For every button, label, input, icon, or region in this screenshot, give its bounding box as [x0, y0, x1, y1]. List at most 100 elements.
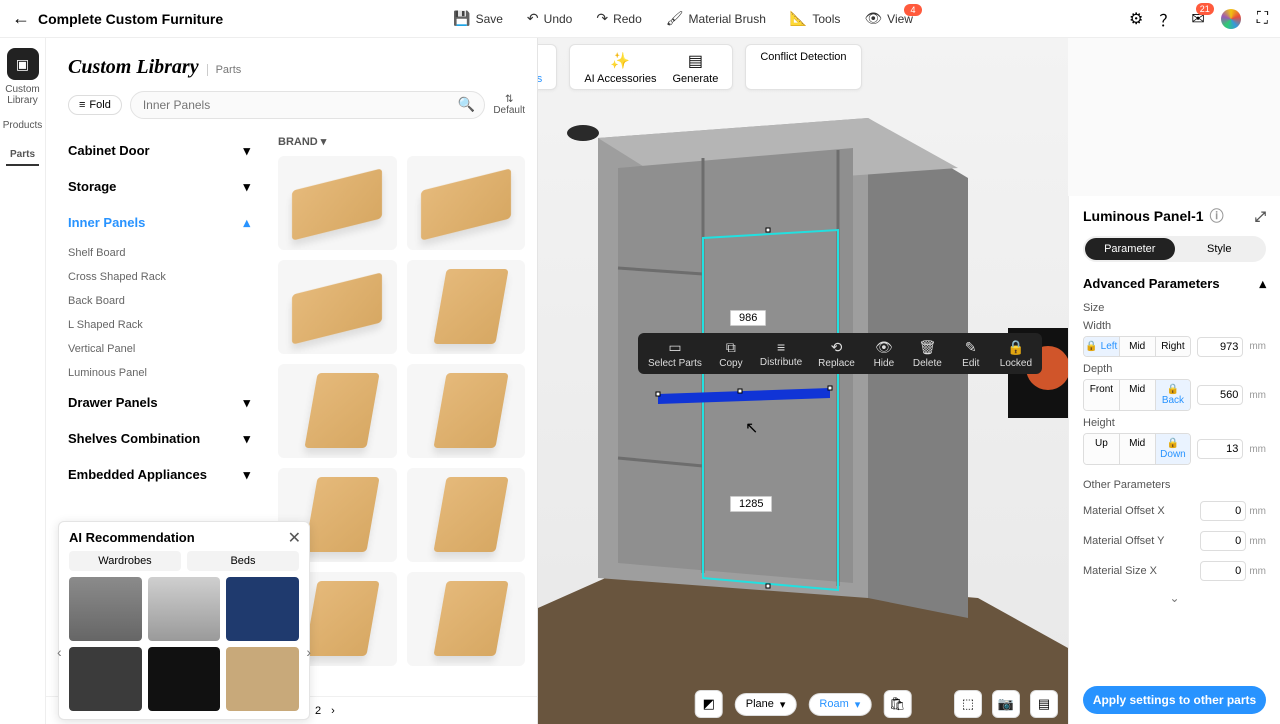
depth-anchor-segment[interactable]: Front Mid 🔒 Back	[1083, 379, 1191, 411]
part-thumbnail[interactable]	[407, 260, 526, 354]
part-thumbnail[interactable]	[407, 156, 526, 250]
search-input[interactable]	[130, 91, 485, 119]
tab-parameter[interactable]: Parameter	[1085, 238, 1175, 260]
cat-embedded-appliances[interactable]: Embedded Appliances▾	[58, 457, 266, 493]
plane-selector[interactable]: Plane▾	[735, 693, 797, 716]
ctx-edit[interactable]: ✎Edit	[950, 335, 992, 372]
material-offset-x-input[interactable]	[1200, 501, 1246, 521]
ai-reco-item[interactable]	[226, 647, 299, 711]
expand-icon[interactable]: ⤢	[1255, 208, 1266, 225]
mode-conflict-detection[interactable]: Conflict Detection	[745, 44, 861, 90]
fold-button[interactable]: ≡Fold	[68, 95, 122, 115]
scene-render	[538, 38, 1068, 724]
chevron-down-icon: ▾	[243, 431, 250, 447]
material-size-x-input[interactable]	[1200, 561, 1246, 581]
render-button[interactable]: ⬚	[954, 690, 982, 718]
part-thumbnail[interactable]	[407, 572, 526, 666]
seg-down[interactable]: 🔒 Down	[1155, 434, 1191, 464]
camera-button[interactable]: 📷	[992, 690, 1020, 718]
material-brush-button[interactable]: 🖌Material Brush	[666, 10, 766, 27]
library-icon[interactable]: ▣	[7, 48, 39, 80]
fullscreen-icon[interactable]: ⛶	[1257, 10, 1268, 28]
seg-up[interactable]: Up	[1084, 434, 1119, 464]
seg-mid[interactable]: Mid	[1119, 337, 1155, 356]
ai-prev-icon[interactable]: ‹	[57, 644, 62, 660]
gear-icon[interactable]: ⚙	[1129, 9, 1143, 29]
pager-next[interactable]: ›	[331, 705, 335, 717]
ctx-distribute[interactable]: ≡Distribute	[752, 335, 810, 372]
close-icon[interactable]: ✕	[288, 528, 301, 548]
apply-settings-button[interactable]: Apply settings to other parts	[1083, 686, 1266, 714]
ctx-select-parts[interactable]: ▭Select Parts	[640, 335, 710, 372]
subcat-luminous-panel[interactable]: Luminous Panel	[68, 361, 266, 385]
rail-parts[interactable]: Parts	[6, 145, 39, 166]
layers-button[interactable]: ▤	[1030, 690, 1058, 718]
redo-button[interactable]: ↷Redo	[596, 10, 641, 27]
ai-reco-item[interactable]	[69, 577, 142, 641]
cat-storage[interactable]: Storage▾	[58, 169, 266, 205]
part-thumbnail[interactable]	[407, 468, 526, 562]
seg-left[interactable]: 🔒 Left	[1084, 337, 1119, 356]
subcat-l-shaped-rack[interactable]: L Shaped Rack	[68, 313, 266, 337]
cat-drawer-panels[interactable]: Drawer Panels▾	[58, 385, 266, 421]
save-button[interactable]: 💾Save	[453, 10, 503, 27]
shading-button[interactable]: ◩	[695, 690, 723, 718]
app-logo-icon[interactable]	[1221, 9, 1241, 29]
seg-mid[interactable]: Mid	[1119, 380, 1155, 410]
cat-shelves-combination[interactable]: Shelves Combination▾	[58, 421, 266, 457]
subcat-vertical-panel[interactable]: Vertical Panel	[68, 337, 266, 361]
part-thumbnail[interactable]	[278, 260, 397, 354]
info-icon[interactable]: ⓘ	[1210, 206, 1224, 226]
height-input[interactable]	[1197, 439, 1243, 459]
ai-reco-title: AI Recommendation	[69, 530, 299, 545]
width-anchor-segment[interactable]: 🔒 Left Mid Right	[1083, 336, 1191, 357]
more-params-toggle[interactable]: ⌄	[1083, 591, 1266, 605]
view-button[interactable]: 👁View	[864, 10, 913, 27]
height-anchor-segment[interactable]: Up Mid 🔒 Down	[1083, 433, 1191, 465]
seg-mid[interactable]: Mid	[1119, 434, 1155, 464]
width-input[interactable]	[1197, 337, 1243, 357]
undo-button[interactable]: ↶Undo	[527, 10, 572, 27]
bag-button[interactable]: 🛍	[883, 690, 911, 718]
ctx-delete[interactable]: 🗑Delete	[905, 335, 950, 372]
cat-cabinet-door[interactable]: Cabinet Door▾	[58, 133, 266, 169]
mail-icon[interactable]: ✉	[1191, 9, 1204, 29]
tab-style[interactable]: Style	[1175, 238, 1265, 260]
tools-button[interactable]: 📐Tools	[790, 10, 840, 27]
ai-tab-wardrobes[interactable]: Wardrobes	[69, 551, 181, 571]
ai-tab-beds[interactable]: Beds	[187, 551, 299, 571]
seg-right[interactable]: Right	[1155, 337, 1191, 356]
ctx-locked[interactable]: 🔒Locked	[992, 335, 1040, 372]
ai-reco-item[interactable]	[226, 577, 299, 641]
mode-ai-accessories[interactable]: ✨AI Accessories ▤Generate	[569, 44, 733, 90]
roam-selector[interactable]: Roam▾	[808, 693, 871, 716]
search-icon[interactable]: 🔍	[458, 96, 475, 113]
subcat-shelf-board[interactable]: Shelf Board	[68, 241, 266, 265]
seg-front[interactable]: Front	[1084, 380, 1119, 410]
brand-filter[interactable]: BRAND ▾	[278, 135, 525, 148]
viewport-3d[interactable]: ▭Select Parts ✨AI Accessories ▤Generate …	[538, 38, 1068, 724]
default-sort-button[interactable]: ⇅ Default	[493, 94, 525, 116]
depth-input[interactable]	[1197, 385, 1243, 405]
material-offset-y-input[interactable]	[1200, 531, 1246, 551]
part-thumbnail[interactable]	[407, 364, 526, 458]
help-icon[interactable]: ？	[1159, 7, 1175, 31]
subcat-cross-shaped-rack[interactable]: Cross Shaped Rack	[68, 265, 266, 289]
ai-reco-item[interactable]	[148, 647, 221, 711]
ai-next-icon[interactable]: ›	[306, 644, 311, 660]
subcat-back-board[interactable]: Back Board	[68, 289, 266, 313]
select-icon: ▭	[648, 339, 702, 356]
mode-select-parts[interactable]: ▭Select Parts	[538, 44, 557, 90]
back-arrow-icon[interactable]: ←	[12, 8, 30, 29]
part-thumbnail[interactable]	[278, 156, 397, 250]
part-thumbnail[interactable]	[278, 364, 397, 458]
ai-reco-item[interactable]	[148, 577, 221, 641]
rail-products[interactable]: Products	[0, 116, 45, 135]
section-advanced-parameters[interactable]: Advanced Parameters▴	[1083, 276, 1266, 292]
ctx-hide[interactable]: 👁Hide	[863, 335, 905, 372]
seg-back[interactable]: 🔒 Back	[1155, 380, 1191, 410]
ctx-copy[interactable]: ⧉Copy	[710, 335, 752, 372]
ctx-replace[interactable]: ⟲Replace	[810, 335, 863, 372]
cat-inner-panels[interactable]: Inner Panels▴	[58, 205, 266, 241]
ai-reco-item[interactable]	[69, 647, 142, 711]
